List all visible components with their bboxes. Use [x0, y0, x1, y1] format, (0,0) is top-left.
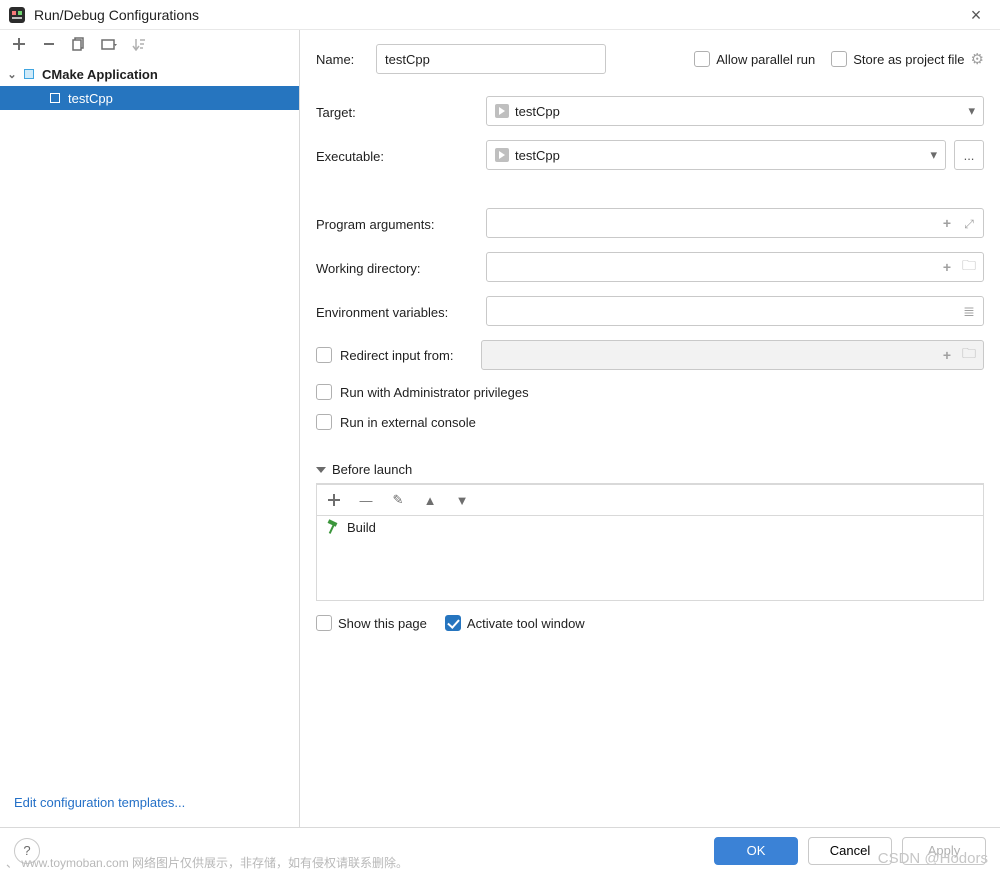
- redirect-input-row: Redirect input from:: [316, 340, 984, 370]
- store-as-project-checkbox[interactable]: Store as project file: [831, 51, 964, 67]
- show-this-page-checkbox[interactable]: Show this page: [316, 615, 427, 631]
- add-config-button[interactable]: [10, 35, 28, 53]
- insert-macro-icon: [939, 347, 955, 363]
- executable-combo[interactable]: testCpp ▾: [486, 140, 946, 170]
- expand-icon[interactable]: [961, 215, 977, 232]
- remove-config-button[interactable]: [40, 35, 58, 53]
- program-args-label: Program arguments:: [316, 215, 486, 232]
- checkbox-icon: [316, 384, 332, 400]
- redirect-input-field: [481, 340, 984, 370]
- close-icon[interactable]: ×: [956, 0, 996, 30]
- bottom-checks: Show this page Activate tool window: [316, 615, 984, 631]
- executable-value: testCpp: [515, 148, 560, 163]
- dialog-footer: ? OK Cancel Apply: [0, 827, 1000, 873]
- sidebar: ⌄ CMake Application testCpp Edit configu…: [0, 30, 300, 827]
- dialog-title: Run/Debug Configurations: [34, 7, 199, 23]
- help-button[interactable]: ?: [14, 838, 40, 864]
- target-label: Target:: [316, 103, 486, 120]
- category-label: CMake Application: [40, 67, 158, 82]
- list-icon[interactable]: [961, 303, 977, 320]
- run-admin-label: Run with Administrator privileges: [340, 385, 529, 400]
- checkbox-icon: [694, 51, 710, 67]
- name-label: Name:: [316, 52, 376, 67]
- config-category[interactable]: ⌄ CMake Application: [0, 62, 299, 86]
- env-vars-label: Environment variables:: [316, 303, 486, 320]
- sort-config-button[interactable]: [130, 35, 148, 53]
- allow-parallel-checkbox[interactable]: Allow parallel run: [694, 51, 815, 67]
- before-launch-section: Before launch — ✎ ▲ ▼ Build Show this pa…: [316, 456, 984, 631]
- redirect-input-checkbox[interactable]: Redirect input from:: [316, 347, 471, 363]
- name-input[interactable]: [376, 44, 606, 74]
- before-launch-item[interactable]: Build: [317, 516, 983, 539]
- edit-task-button[interactable]: ✎: [389, 491, 407, 509]
- add-task-button[interactable]: [325, 491, 343, 509]
- before-launch-header[interactable]: Before launch: [316, 456, 984, 484]
- triangle-down-icon: [316, 467, 326, 473]
- checkbox-icon: [316, 615, 332, 631]
- gear-icon[interactable]: ⚙: [971, 50, 984, 68]
- show-this-page-label: Show this page: [338, 616, 427, 631]
- program-args-input[interactable]: [486, 208, 984, 238]
- titlebar: Run/Debug Configurations ×: [0, 0, 1000, 30]
- app-icon: [8, 6, 26, 24]
- env-vars-input[interactable]: [486, 296, 984, 326]
- sidebar-footer: Edit configuration templates...: [0, 785, 299, 827]
- checkbox-icon: [316, 414, 332, 430]
- run-external-checkbox[interactable]: Run in external console: [316, 414, 984, 430]
- target-icon: [495, 104, 509, 118]
- top-row: Name: Allow parallel run Store as projec…: [316, 44, 984, 74]
- folder-icon: [961, 343, 977, 367]
- config-tree[interactable]: ⌄ CMake Application testCpp: [0, 58, 299, 785]
- insert-macro-icon[interactable]: [939, 215, 955, 231]
- run-admin-checkbox[interactable]: Run with Administrator privileges: [316, 384, 984, 400]
- before-launch-toolbar: — ✎ ▲ ▼: [316, 484, 984, 515]
- ok-button[interactable]: OK: [714, 837, 798, 865]
- working-dir-label: Working directory:: [316, 259, 486, 276]
- apply-button: Apply: [902, 837, 986, 865]
- target-combo[interactable]: testCpp ▾: [486, 96, 984, 126]
- run-external-label: Run in external console: [340, 415, 476, 430]
- activate-tool-window-checkbox[interactable]: Activate tool window: [445, 615, 585, 631]
- working-dir-field[interactable]: [493, 253, 933, 281]
- before-launch-title: Before launch: [332, 462, 412, 477]
- panel: Name: Allow parallel run Store as projec…: [300, 30, 1000, 827]
- before-item-label: Build: [347, 520, 376, 535]
- executable-icon: [495, 148, 509, 162]
- checkbox-checked-icon: [445, 615, 461, 631]
- checkbox-icon: [831, 51, 847, 67]
- folder-icon[interactable]: [961, 255, 977, 279]
- store-as-project-label: Store as project file: [853, 52, 964, 67]
- caret-down-icon: ▾: [968, 103, 975, 119]
- hammer-icon: [325, 521, 339, 535]
- sidebar-toolbar: [0, 30, 299, 58]
- form-grid: Target: testCpp ▾ Executable: testCpp ▾ …: [316, 96, 984, 430]
- activate-label: Activate tool window: [467, 616, 585, 631]
- down-task-button[interactable]: ▼: [453, 491, 471, 509]
- config-item[interactable]: testCpp: [0, 86, 299, 110]
- cancel-button[interactable]: Cancel: [808, 837, 892, 865]
- caret-down-icon: ▾: [930, 147, 937, 163]
- program-args-field[interactable]: [493, 209, 933, 237]
- env-vars-field[interactable]: [493, 297, 955, 325]
- checkbox-icon: [316, 347, 332, 363]
- edit-templates-link[interactable]: Edit configuration templates...: [14, 795, 185, 810]
- allow-parallel-label: Allow parallel run: [716, 52, 815, 67]
- save-config-button[interactable]: [100, 35, 118, 53]
- target-value: testCpp: [515, 104, 560, 119]
- copy-config-button[interactable]: [70, 35, 88, 53]
- browse-executable-button[interactable]: ...: [954, 140, 984, 170]
- chevron-down-icon: ⌄: [6, 68, 18, 81]
- remove-task-button[interactable]: —: [357, 491, 375, 509]
- working-dir-input[interactable]: [486, 252, 984, 282]
- before-launch-list[interactable]: Build: [316, 515, 984, 601]
- redirect-input: [488, 341, 933, 369]
- cmake-icon: [48, 91, 62, 105]
- config-item-label: testCpp: [66, 91, 113, 106]
- up-task-button[interactable]: ▲: [421, 491, 439, 509]
- redirect-label: Redirect input from:: [340, 348, 453, 363]
- executable-label: Executable:: [316, 147, 486, 164]
- insert-macro-icon[interactable]: [939, 259, 955, 275]
- cmake-icon: [22, 67, 36, 81]
